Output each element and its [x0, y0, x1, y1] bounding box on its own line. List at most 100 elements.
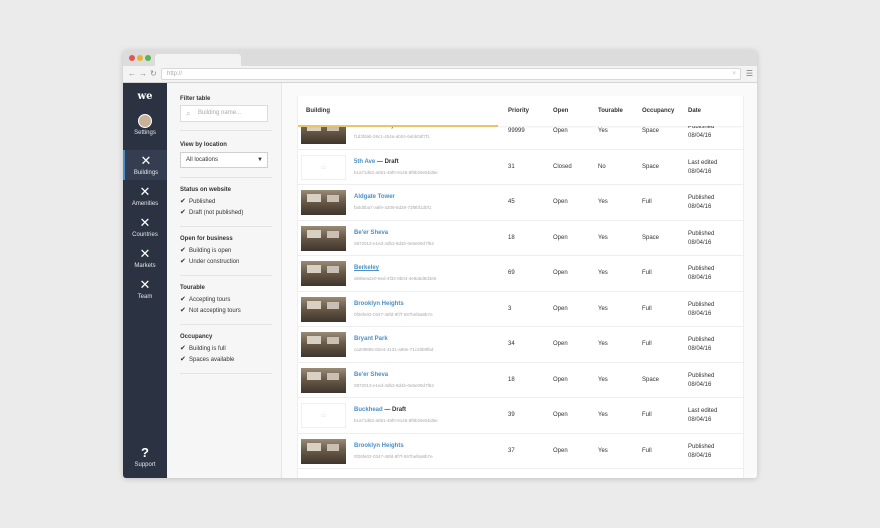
open-cell: Open: [553, 234, 568, 241]
sidebar-item-settings[interactable]: Settings: [123, 114, 167, 146]
filter-option-building-open[interactable]: ✔ Building is open: [180, 247, 231, 255]
filter-option-under-construction[interactable]: ✔ Under construction: [180, 258, 239, 266]
building-name: Be'er Sheva: [354, 229, 389, 236]
date-value: 08/04/16: [688, 204, 712, 210]
occupancy-cell: Space: [642, 163, 660, 170]
building-photo: [301, 438, 346, 464]
sidebar-item-buildings[interactable]: ✕ Buildings: [123, 150, 167, 180]
address-bar[interactable]: http:// ×: [161, 68, 741, 80]
sidebar-item-markets[interactable]: ✕ Markets: [123, 247, 167, 275]
building-name-link[interactable]: Brooklyn Heights: [354, 443, 404, 449]
tourable-cell: Yes: [598, 270, 608, 276]
occupancy-cell: Full: [642, 447, 652, 454]
maximize-window-button[interactable]: [145, 55, 151, 61]
building-id: 0872013-e1ed-4db3-8d4b-0e6e09d7f62: [354, 382, 434, 388]
building-name-link[interactable]: Be'er Sheva: [354, 230, 388, 236]
building-name-link[interactable]: Aldgate Tower: [354, 194, 395, 200]
column-header-occupancy[interactable]: Occupancy: [642, 96, 674, 126]
table-header: Building Priority Open Tourable Occupanc…: [298, 96, 743, 127]
tourable-cell: Yes: [598, 447, 608, 454]
date-value: 08/04/16: [688, 346, 712, 352]
divider: [180, 226, 272, 227]
sidebar-item-support[interactable]: ? Support: [123, 446, 167, 472]
minimize-window-button[interactable]: [137, 55, 143, 61]
filter-option-not-accepting-tours[interactable]: ✔ Not accepting tours: [180, 307, 241, 315]
clear-url-icon[interactable]: ×: [732, 69, 736, 79]
main-content: 524 Broadwayf1d3fdab-26c1-4b4a-ab04-6ebb…: [282, 83, 757, 478]
building-id: b1a71d62-a081-46f0-9146-8f9b29e5bd5e: [354, 169, 438, 175]
building-id: ca209855-82e4-4131-a89e-71c29b9f5d: [354, 347, 434, 352]
building-id: 0f26fe02-0347-48fd-9f7f-597bef6a8b7e: [354, 453, 433, 459]
reload-icon[interactable]: ↻: [150, 68, 157, 80]
divider: [180, 177, 272, 178]
column-header-open[interactable]: Open: [553, 96, 568, 126]
table-row[interactable]: Brooklyn Heights 0f26fe02-0347-48fd-9f7f-…: [298, 292, 743, 327]
checkmark-icon: ✔: [180, 296, 186, 303]
sidebar-item-label: Team: [137, 294, 153, 300]
table-row[interactable]: Brooklyn Heights 0f26fe02-0347-48fd-9f7f-…: [298, 434, 743, 469]
tourable-cell: Yes: [598, 234, 608, 241]
priority-cell: 18: [508, 376, 515, 383]
date-status: Last edited: [688, 159, 718, 166]
building-name-link[interactable]: Be'er Sheva: [354, 372, 388, 378]
help-icon: ?: [141, 445, 149, 460]
column-header-tourable[interactable]: Tourable: [598, 96, 623, 126]
building-name-link[interactable]: Bryant Park: [354, 336, 388, 342]
sidebar-item-team[interactable]: ✕ Team: [123, 278, 167, 306]
close-window-button[interactable]: [129, 55, 135, 61]
occupancy-cell: Space: [642, 234, 660, 241]
open-cell: Open: [553, 412, 568, 418]
checkmark-icon: ✔: [180, 247, 186, 254]
table-row[interactable]: Bryant Park ca209855-82e4-4131-a89e-71c29…: [298, 327, 743, 363]
filter-option-spaces-available[interactable]: ✔ Spaces available: [180, 356, 234, 364]
location-select[interactable]: All locations ▼: [180, 152, 268, 168]
table-row[interactable]: Be'er Sheva 0872013-e1ed-4db3-8d4b-0e6e09…: [298, 363, 743, 398]
browser-tab[interactable]: [155, 54, 241, 66]
building-photo: [301, 332, 346, 357]
building-name-link[interactable]: Berkeley: [354, 265, 379, 271]
app-logo[interactable]: we: [123, 91, 167, 102]
building-name-link[interactable]: 5th Ave — Draft: [354, 159, 399, 165]
occupancy-cell: Full: [642, 199, 652, 205]
sidebar-item-countries[interactable]: ✕ Countries: [123, 216, 167, 244]
table-row[interactable]: ▭ 5th Ave — Draft b1a71d62-a081-46f0-9146-…: [298, 150, 743, 185]
close-icon: ✕: [139, 246, 151, 261]
occupancy-cell: Full: [642, 412, 652, 418]
filter-option-published[interactable]: ✔ Published: [180, 198, 215, 206]
filter-option-draft[interactable]: ✔ Draft (not published): [180, 209, 243, 217]
forward-arrow-icon[interactable]: →: [139, 68, 147, 80]
building-photo: [301, 367, 346, 393]
column-header-building[interactable]: Building: [306, 96, 330, 126]
priority-cell: 39: [508, 412, 515, 418]
open-cell: Open: [553, 341, 568, 347]
filter-option-building-full[interactable]: ✔ Building is full: [180, 345, 226, 353]
tourable-cell: Yes: [598, 376, 608, 383]
priority-cell: 99999: [508, 128, 525, 134]
filter-option-accepting-tours[interactable]: ✔ Accepting tours: [180, 296, 230, 304]
checkmark-icon: ✔: [180, 307, 186, 314]
building-photo: [301, 225, 346, 251]
sidebar-item-amenities[interactable]: ✕ Amenities: [123, 185, 167, 213]
sidebar-item-label: Support: [134, 462, 156, 468]
building-photo: [301, 190, 346, 215]
building-search-input[interactable]: ⌕ Building name...: [180, 105, 268, 122]
date-status: Published: [688, 230, 715, 237]
priority-cell: 18: [508, 234, 515, 241]
table-row[interactable]: Berkeley d69bea2e0-6ed-4f32-8b04-4e9a5d8d…: [298, 256, 743, 292]
search-placeholder: Building name...: [198, 110, 242, 116]
column-header-priority[interactable]: Priority: [508, 96, 529, 126]
column-header-date[interactable]: Date: [688, 96, 701, 126]
building-name-link[interactable]: Brooklyn Heights: [354, 301, 404, 307]
table-row[interactable]: Aldgate Tower fa0d0ba7-a6fe-4209-8d29-73f…: [298, 185, 743, 221]
building-name: Be'er Sheva: [354, 371, 389, 378]
building-name-link[interactable]: Buckhead — Draft: [354, 407, 406, 413]
table-row[interactable]: Be'er Sheva 0872013-e1ed-4db3-8d4b-0e6e09…: [298, 221, 743, 256]
divider: [180, 373, 272, 374]
date-status: Published: [688, 266, 715, 272]
browser-menu-icon[interactable]: ☰: [746, 68, 753, 80]
back-arrow-icon[interactable]: ←: [128, 68, 136, 80]
priority-cell: 31: [508, 163, 515, 170]
open-cell: Open: [553, 376, 568, 383]
table-row[interactable]: ▭ Buckhead — Draft b1a71d62-a081-46f0-9146…: [298, 398, 743, 434]
title-bar: [123, 50, 757, 66]
